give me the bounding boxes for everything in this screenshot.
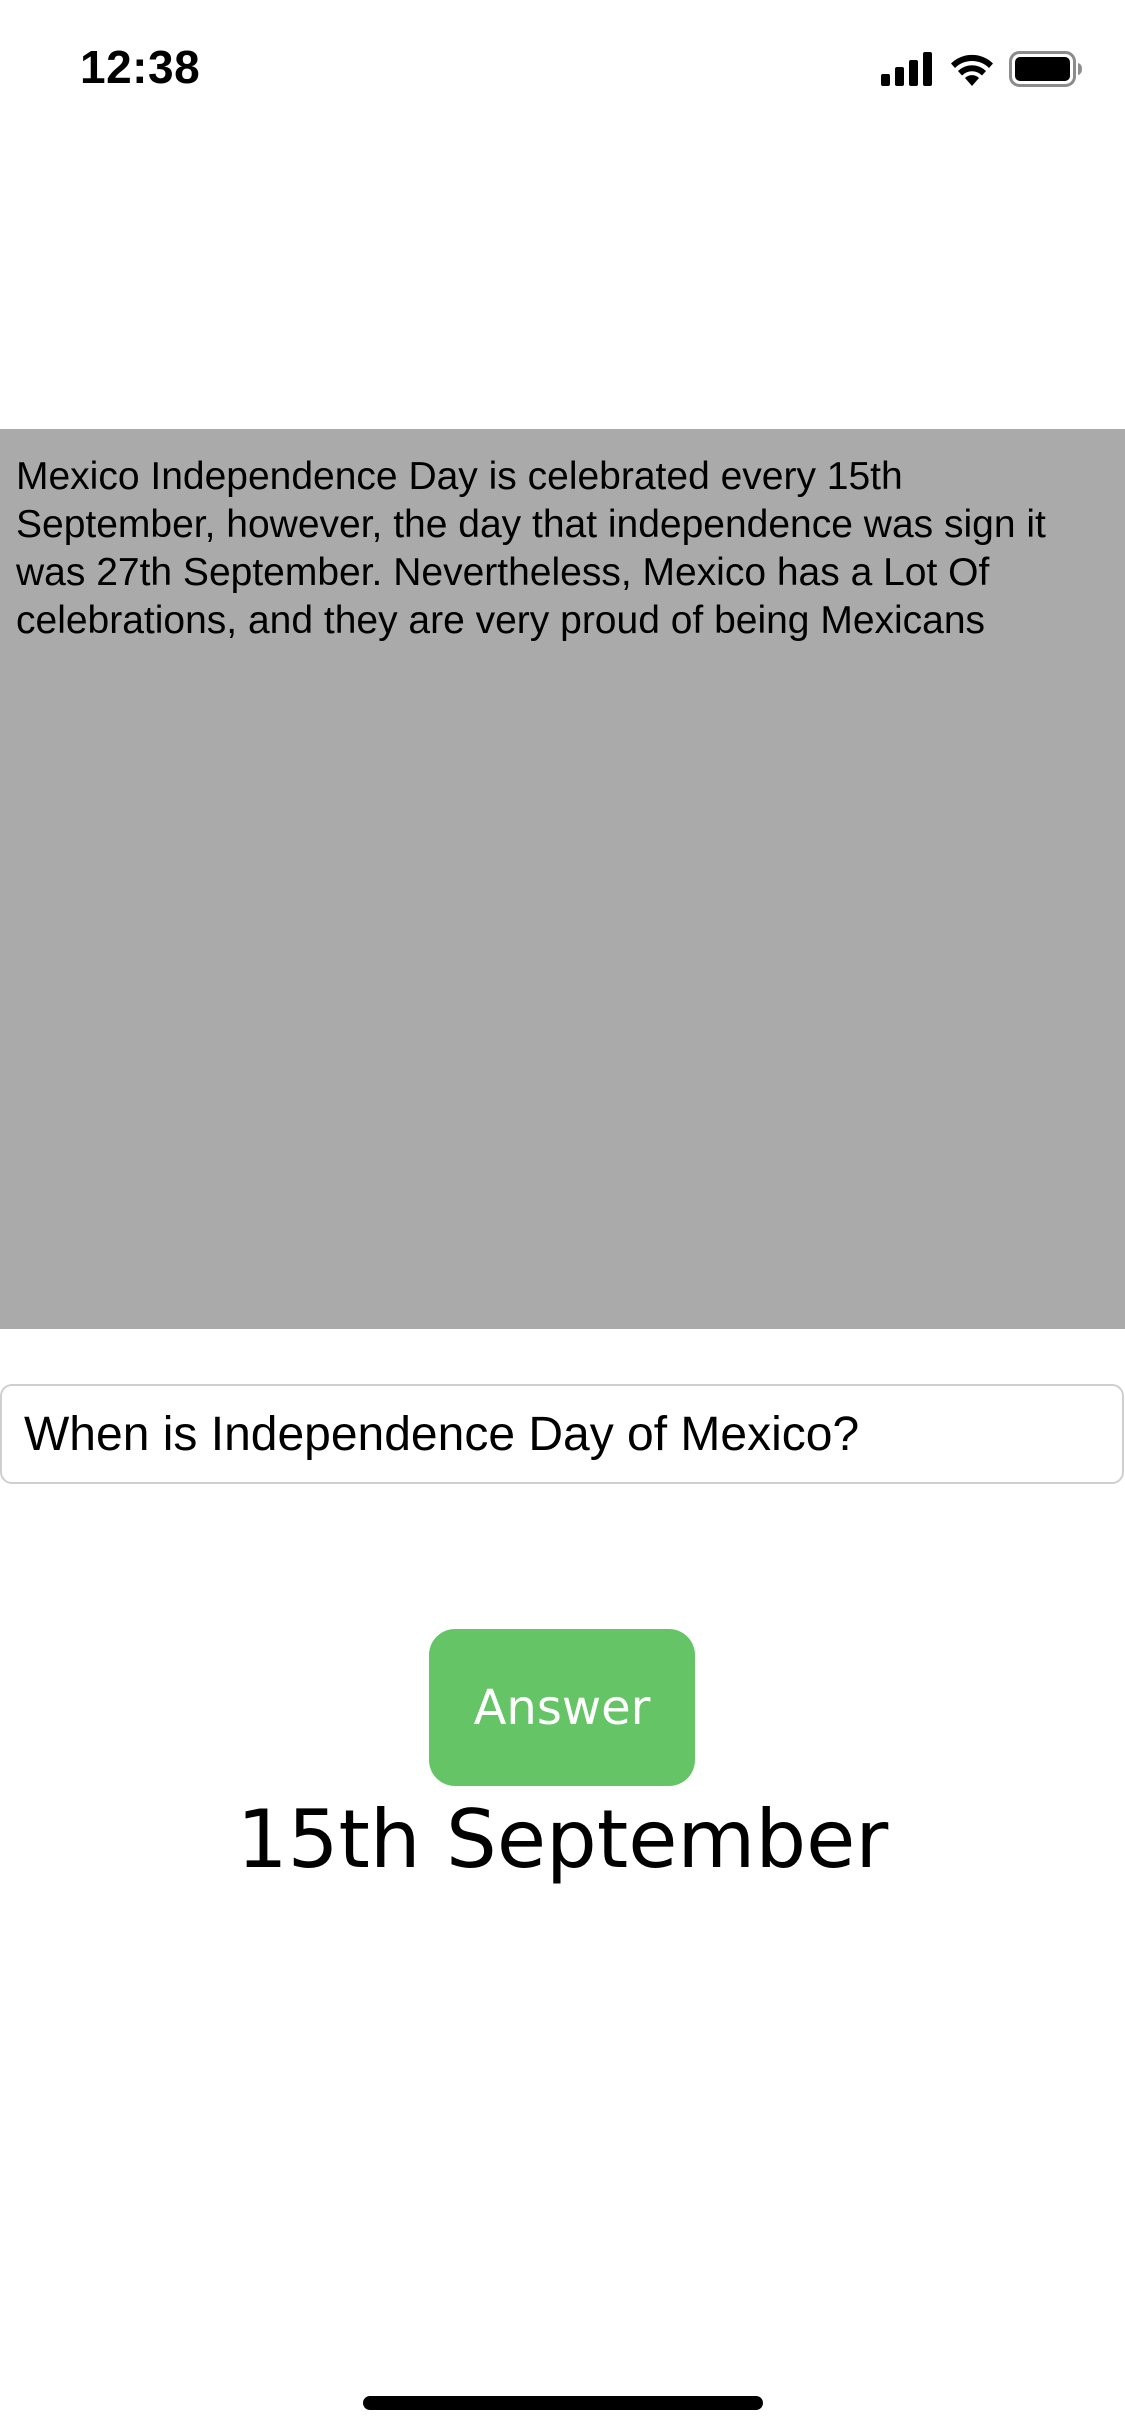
- status-time: 12:38: [80, 41, 201, 93]
- wifi-icon: [949, 52, 995, 86]
- app-screen: 12:38 Mexico Independence Day is celebra…: [0, 0, 1125, 2436]
- answer-button[interactable]: Answer: [429, 1629, 695, 1786]
- status-icons: [881, 48, 1083, 90]
- cellular-signal-icon: [881, 52, 935, 86]
- home-indicator[interactable]: [363, 2396, 763, 2410]
- context-text: Mexico Independence Day is celebrated ev…: [16, 455, 1046, 642]
- status-bar: 12:38: [0, 0, 1125, 132]
- question-input[interactable]: When is Independence Day of Mexico?: [0, 1384, 1124, 1484]
- answer-result-label: 15th September: [236, 1793, 889, 1886]
- context-text-area[interactable]: Mexico Independence Day is celebrated ev…: [0, 429, 1125, 1329]
- battery-icon: [1009, 51, 1083, 87]
